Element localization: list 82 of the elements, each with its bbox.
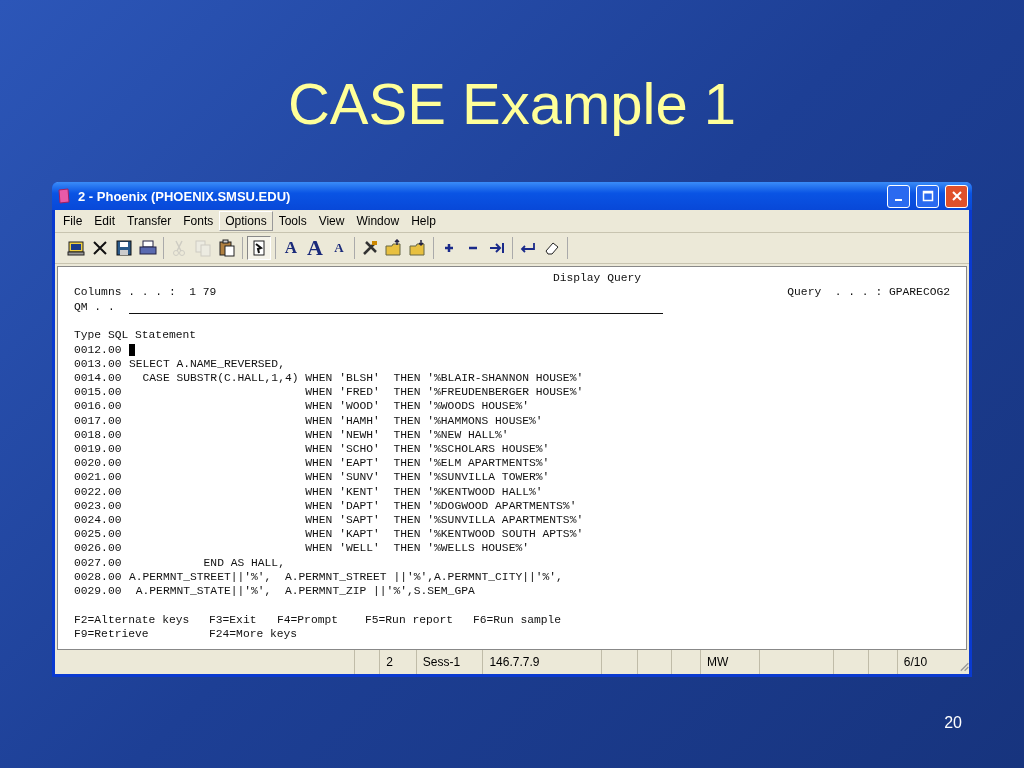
session-number: 2 (379, 650, 416, 674)
line-number: 0019.00 (74, 442, 123, 457)
function-key-hint: F4=Prompt (277, 613, 339, 628)
sql-code-line: WHEN 'EAPT' THEN '%ELM APARTMENTS%' (304, 456, 550, 471)
mode-indicator: MW (699, 650, 759, 674)
smaller-font-button[interactable]: A (328, 237, 350, 259)
maximize-icon (921, 190, 934, 202)
sql-code-line: WHEN 'HAMH' THEN '%HAMMONS HOUSE%' (304, 413, 543, 428)
sql-code-line: WHEN 'SCHO' THEN '%SCHOLARS HOUSE%' (304, 442, 550, 457)
font-button[interactable]: A (280, 237, 302, 259)
function-key-hint: F5=Run report (365, 613, 455, 628)
line-number: 0028.00 (74, 569, 123, 585)
sql-code-line: SELECT A.NAME_REVERSED, (129, 356, 285, 371)
line-number: 0017.00 (74, 413, 123, 428)
line-number: 0016.00 (74, 399, 123, 414)
hammer-wrench-icon[interactable] (361, 239, 379, 257)
menu-item[interactable]: Help (405, 211, 442, 231)
sql-code-line: WHEN 'KAPT' THEN '%KENTWOOD SOUTH APTS%' (304, 527, 584, 542)
line-number: 0018.00 (74, 427, 123, 443)
line-number: 0013.00 (74, 356, 123, 371)
close-icon (950, 190, 963, 202)
line-number: 0025.00 (74, 527, 123, 542)
function-key-hint: F3=Exit (209, 613, 258, 628)
line-number: 0024.00 (74, 513, 123, 528)
line-number: 0021.00 (74, 470, 123, 485)
close-button[interactable] (945, 184, 968, 208)
cursor-position: 6/10 (896, 650, 958, 674)
printer-icon[interactable] (139, 239, 157, 257)
function-key-hint: F24=More keys (209, 627, 298, 642)
sql-code-line: WHEN 'NEWH' THEN '%NEW HALL%' (304, 427, 509, 443)
columns-label: Columns . . . : 1 79 (74, 285, 217, 300)
sql-code-line: A.PERMNT_STREET||'%', A.PERMNT_STREET ||'%',A.PERMNT_CITY||'%', (129, 569, 563, 585)
sql-code-line: A.PERMNT_STATE||'%', A.PERMNT_ZIP ||'%',S.SEM_GPA (134, 584, 475, 599)
menu-item[interactable]: Transfer (121, 211, 178, 231)
line-number: 0023.00 (74, 498, 123, 514)
folder-up-arrow-icon[interactable] (385, 239, 403, 257)
query-label: Query . . . : GPARECOG2 (787, 285, 950, 300)
sql-code-line: CASE SUBSTR(C.HALL,1,4) WHEN 'BLSH' THEN '%BLAIR-SHANNON HOUSE%' (141, 371, 584, 386)
sql-code-line: END AS HALL, (202, 555, 285, 570)
sql-code-line: WHEN 'WELL' THEN '%WELLS HOUSE%' (304, 541, 529, 556)
menu-item[interactable]: File (57, 211, 89, 231)
clipboard-icon[interactable] (218, 239, 236, 257)
monitor-icon[interactable] (67, 239, 85, 257)
qm-label: QM . . (74, 300, 115, 315)
screen-heading: Display Query (552, 271, 642, 286)
line-number: 0012.00 (74, 342, 123, 357)
line-number: 0027.00 (74, 555, 123, 570)
window-title: 2 - Phoenix (PHOENIX.SMSU.EDU) (78, 188, 292, 204)
host-address: 146.7.7.9 (482, 650, 601, 674)
app-icon (56, 188, 72, 204)
sql-code-line: WHEN 'SAPT' THEN '%SUNVILLA APARTMENTS%' (304, 513, 584, 528)
menu-item[interactable]: Options (219, 211, 273, 231)
line-number: 0015.00 (74, 385, 123, 400)
line-number: 0022.00 (74, 484, 123, 499)
slide-number: 20 (944, 714, 962, 732)
larger-font-button[interactable]: A (304, 237, 326, 259)
sql-code-line: WHEN 'WOOD' THEN '%WOODS HOUSE%' (304, 399, 529, 414)
line-number: 0014.00 (74, 371, 123, 386)
sql-code-line: WHEN 'FRED' THEN '%FREUDENBERGER HOUSE%' (304, 385, 584, 400)
session-name: Sess-1 (415, 650, 483, 674)
line-number: 0020.00 (74, 456, 123, 471)
line-number: 0029.00 (74, 584, 123, 599)
folder-down-arrow-icon[interactable] (409, 239, 427, 257)
function-key-hint: F6=Run sample (473, 613, 562, 628)
minimize-button[interactable] (887, 184, 910, 208)
function-key-hint: F9=Retrieve (74, 627, 150, 642)
menu-item[interactable]: View (312, 211, 351, 231)
slide-title: CASE Example 1 (287, 70, 737, 138)
menu-item[interactable]: Tools (272, 211, 313, 231)
menu-item[interactable]: Window (350, 211, 406, 231)
sql-code-line: WHEN 'DAPT' THEN '%DOGWOOD APARTMENTS%' (304, 498, 577, 514)
line-number: 0026.00 (74, 541, 123, 556)
menu-item[interactable]: Fonts (177, 211, 220, 231)
page-icon[interactable] (250, 239, 268, 257)
function-key-hint: F2=Alternate keys (74, 613, 191, 628)
section-label: Type SQL Statement (74, 328, 198, 343)
sql-code-line: WHEN 'SUNV' THEN '%SUNVILLA TOWER%' (304, 470, 550, 485)
minimize-icon (895, 198, 902, 201)
close-icon[interactable] (91, 239, 109, 257)
menu-item[interactable]: Edit (88, 211, 122, 231)
sql-code-line: WHEN 'KENT' THEN '%KENTWOOD HALL%' (304, 484, 543, 499)
maximize-button[interactable] (916, 184, 939, 208)
